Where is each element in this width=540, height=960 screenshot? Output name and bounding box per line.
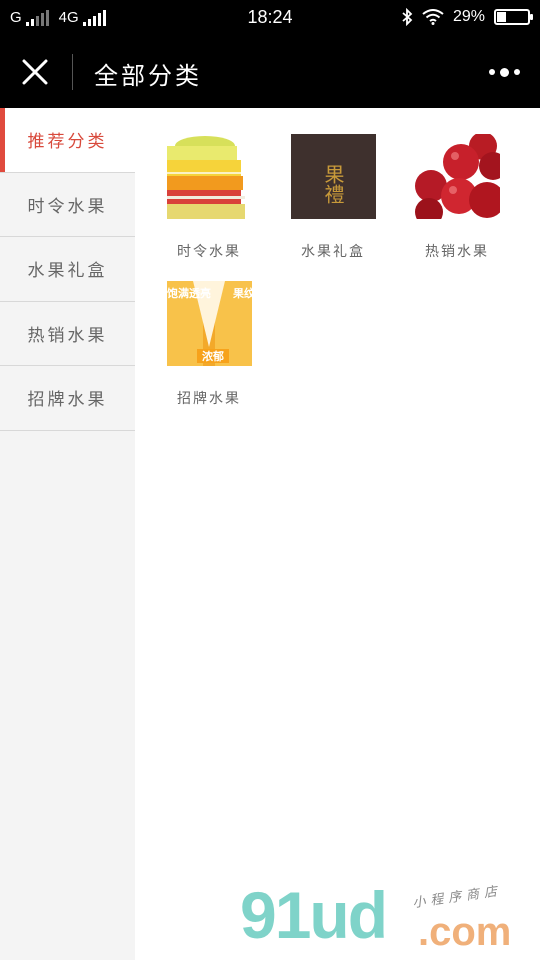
category-grid: 时令水果 果禮 水果礼盒 热销水果 饱满透亮 果纹 浓郁 招牌水果 xyxy=(135,134,540,408)
sidebar-item-label: 时令水果 xyxy=(27,196,108,217)
sidebar-item-fruit-gift-box[interactable]: 水果礼盒 xyxy=(0,237,135,302)
battery-fill xyxy=(497,12,506,22)
sidebar-item-signature-fruit[interactable]: 招牌水果 xyxy=(0,366,135,431)
sidebar-item-seasonal-fruit[interactable]: 时令水果 xyxy=(0,173,135,237)
category-card-label: 热销水果 xyxy=(425,244,489,260)
more-menu-button[interactable] xyxy=(484,58,524,86)
sidebar-item-recommended[interactable]: 推荐分类 xyxy=(0,108,135,173)
sidebar-item-label: 热销水果 xyxy=(27,325,108,346)
category-card-seasonal-fruit[interactable]: 时令水果 xyxy=(147,134,271,261)
close-button[interactable] xyxy=(12,50,58,94)
page-title: 全部分类 xyxy=(94,62,202,90)
category-content: 时令水果 果禮 水果礼盒 热销水果 饱满透亮 果纹 浓郁 招牌水果 xyxy=(135,108,540,960)
red-apples-image xyxy=(414,134,500,219)
sidebar-item-label: 招牌水果 xyxy=(27,390,108,411)
category-card-fruit-gift-box[interactable]: 果禮 水果礼盒 xyxy=(271,134,395,261)
nav-divider xyxy=(72,54,73,90)
nav-bar: 全部分类 xyxy=(0,36,540,108)
battery-percent: 29% xyxy=(452,8,485,25)
category-card-hot-fruit[interactable]: 热销水果 xyxy=(395,134,519,261)
watermark-domain: .com xyxy=(418,910,512,954)
battery-icon xyxy=(494,9,533,25)
poster-text-1: 饱满透亮 xyxy=(167,286,211,300)
sidebar-item-hot-fruit[interactable]: 热销水果 xyxy=(0,302,135,366)
sliced-fruit-stack-image xyxy=(166,134,252,219)
bluetooth-icon xyxy=(402,8,413,26)
watermark-logo: 91ud .com 小程序商店 xyxy=(240,880,540,960)
status-right: 29% xyxy=(401,8,533,26)
category-sidebar: 推荐分类 时令水果 水果礼盒 热销水果 招牌水果 xyxy=(0,108,135,960)
watermark-brand: 91ud xyxy=(240,878,388,952)
category-card-label: 水果礼盒 xyxy=(301,244,365,260)
more-dot-icon xyxy=(513,69,520,75)
category-card-signature-fruit[interactable]: 饱满透亮 果纹 浓郁 招牌水果 xyxy=(147,281,271,408)
sidebar-item-label: 推荐分类 xyxy=(27,132,108,153)
wifi-icon xyxy=(422,9,444,25)
category-card-label: 招牌水果 xyxy=(177,391,241,407)
more-dot-icon xyxy=(488,69,495,75)
poster-text-2: 浓郁 xyxy=(202,349,224,363)
fruit-gift-box-image: 果禮 xyxy=(290,134,376,219)
status-bar: G 4G 18:24 29% xyxy=(0,0,540,36)
poster-text-3: 果纹 xyxy=(232,286,252,300)
more-dot-icon xyxy=(499,67,509,77)
category-card-label: 时令水果 xyxy=(177,244,241,260)
orange-fruit-poster-image: 饱满透亮 果纹 浓郁 xyxy=(166,281,252,366)
close-icon xyxy=(22,59,48,85)
gift-box-image-text: 果禮 xyxy=(321,164,345,204)
sidebar-item-label: 水果礼盒 xyxy=(27,261,108,282)
